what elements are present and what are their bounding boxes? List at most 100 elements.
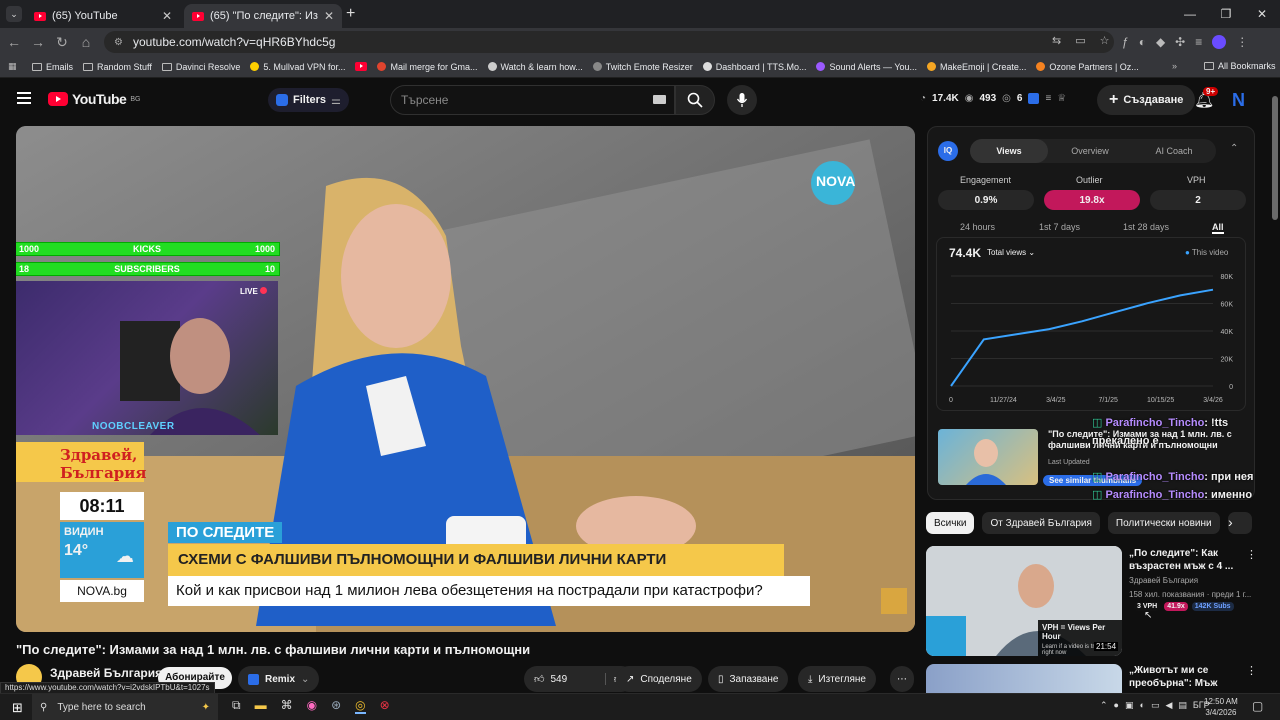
app-icon[interactable]: ◉ (307, 698, 317, 714)
url-field[interactable]: ⚙ youtube.com/watch?v=qHR6BYhdc5g (104, 31, 1114, 53)
new-tab-icon[interactable]: + (346, 5, 355, 23)
bookmark-item[interactable] (355, 62, 368, 71)
more-bookmarks-icon[interactable]: » (1172, 61, 1177, 71)
minimize-icon[interactable]: — (1172, 0, 1208, 28)
range-28d[interactable]: 1st 28 days (1123, 222, 1169, 232)
search-input[interactable]: Търсене (390, 85, 675, 115)
chips-next-icon[interactable]: › (1228, 514, 1233, 530)
share-button[interactable]: ↗ Споделяне (616, 666, 702, 692)
bookmark-item[interactable]: Watch & learn how... (487, 62, 583, 72)
range-24h[interactable]: 24 hours (960, 222, 995, 232)
vidiq-logo: IQ (938, 141, 958, 161)
extension-icon[interactable]: ◆ (1156, 35, 1165, 49)
tab-search-button[interactable]: ⌄ (6, 6, 22, 22)
reading-list-icon[interactable]: ≡ (1195, 35, 1202, 49)
back-icon[interactable]: ← (2, 34, 26, 50)
tray-icon[interactable]: ◐ (1140, 700, 1145, 711)
bookmark-item[interactable]: Random Stuff (83, 62, 152, 72)
remix-button[interactable]: Remix ⌄ (238, 666, 320, 692)
similar-thumbnail[interactable] (938, 429, 1038, 485)
views-dropdown[interactable]: Total views ⌄ (987, 248, 1035, 257)
more-actions-button[interactable]: ⋯ (890, 666, 914, 692)
create-button[interactable]: + Създаване (1097, 85, 1196, 115)
page-scrollbar[interactable] (1272, 96, 1278, 220)
avatar[interactable]: N (1232, 90, 1245, 111)
vidiq-stats: ◔ 17.4K ◉ 493 ◎ 6 ≡ ♕ (920, 93, 1067, 104)
translate-icon[interactable]: ⇆ (1052, 34, 1061, 47)
bookmark-item[interactable]: Ozone Partners | Oz... (1036, 62, 1139, 72)
tab-video[interactable]: (65) "По следите": Измами за ✕ (184, 4, 342, 28)
tab-views[interactable]: Views (970, 139, 1048, 163)
keyboard-icon[interactable] (653, 95, 666, 104)
rec-title[interactable]: „По следите": Как възрастен мъж с 4 ... (1129, 547, 1239, 573)
apps-grid-icon[interactable]: ▦ (8, 61, 20, 72)
close-window-icon[interactable]: ✕ (1244, 0, 1280, 28)
profile-icon[interactable] (1212, 35, 1227, 49)
bookmark-item[interactable]: 5. Mullvad VPN for... (250, 62, 345, 72)
like-button[interactable]: 👍︎ 549 (534, 673, 567, 686)
chrome-icon[interactable]: ◎ (355, 698, 366, 714)
task-view-icon[interactable]: ⧉ (232, 698, 241, 714)
video-player[interactable]: NOVA 1000 KICKS 1000 18 SUBSCRIBERS 10 LIVE … (16, 126, 915, 632)
tray-icon[interactable]: ▤ (1178, 700, 1187, 711)
taskbar-clock[interactable]: 12:50 AM 3/4/2026 (1204, 696, 1238, 718)
trophy-icon[interactable]: ♕ (1057, 93, 1066, 104)
bookmark-item[interactable]: Sound Alerts — You... (816, 62, 917, 72)
close-tab-icon[interactable]: ✕ (324, 9, 334, 23)
tab-ai-coach[interactable]: AI Coach (1132, 139, 1216, 163)
channel-name[interactable]: Здравей България (50, 666, 162, 680)
rec-menu-icon[interactable]: ⋮ (1246, 548, 1257, 561)
rec-thumbnail[interactable]: VPH = Views Per Hour Learn if a video is… (926, 546, 1122, 656)
bookmark-item[interactable]: MakeEmoji | Create... (927, 62, 1026, 72)
rec-menu-icon[interactable]: ⋮ (1246, 664, 1257, 677)
all-bookmarks[interactable]: All Bookmarks (1204, 61, 1276, 71)
tab-youtube-home[interactable]: (65) YouTube ✕ (26, 4, 180, 28)
bookmark-star-icon[interactable]: ☆ (1100, 34, 1110, 47)
site-info-icon[interactable]: ⚙ (114, 37, 123, 48)
notification-center-icon[interactable]: ▢ (1252, 699, 1263, 713)
collapse-icon[interactable]: ⌃ (1230, 143, 1238, 154)
range-7d[interactable]: 1st 7 days (1039, 222, 1080, 232)
list-icon[interactable]: ≡ (1045, 93, 1051, 104)
filters-button[interactable]: Filters ⚌ (268, 88, 349, 112)
search-button[interactable] (675, 85, 715, 115)
bookmark-item[interactable]: Emails (32, 62, 73, 72)
chip-channel[interactable]: От Здравей България (982, 512, 1100, 534)
tray-icon[interactable]: ▣ (1125, 700, 1134, 711)
restore-icon[interactable]: ❐ (1208, 0, 1244, 28)
extension-icon[interactable]: ◐ (1139, 35, 1146, 49)
extension-icon[interactable]: ƒ (1122, 35, 1129, 49)
bookmark-item[interactable]: Davinci Resolve (161, 62, 240, 72)
volume-icon[interactable]: ◀ (1165, 700, 1172, 711)
mic-tray-icon[interactable]: ● (1114, 700, 1119, 711)
bookmark-item[interactable]: Dashboard | TTS.Mo... (702, 62, 806, 72)
close-tab-icon[interactable]: ✕ (162, 9, 172, 23)
rec-thumbnail[interactable] (926, 664, 1122, 693)
taskbar-search[interactable]: ⚲ Type here to search ✦ (32, 694, 218, 720)
forward-icon[interactable]: → (26, 34, 50, 50)
cast-icon[interactable]: ▭ (1075, 34, 1085, 47)
youtube-logo[interactable]: YouTube BG (48, 91, 140, 107)
download-button[interactable]: ⤓ Изтегляне (798, 666, 876, 692)
app-icon[interactable]: ⊗ (380, 698, 390, 714)
home-icon[interactable]: ⌂ (74, 34, 98, 50)
save-button[interactable]: ▯ Запазване (708, 666, 789, 692)
chip-all[interactable]: Всички (926, 512, 975, 534)
vidiq-icon[interactable] (1028, 93, 1040, 104)
chip-politics[interactable]: Политически новини (1107, 512, 1220, 534)
bookmark-item[interactable]: Mail merge for Gma... (377, 62, 478, 72)
network-icon[interactable]: ▭ (1151, 700, 1160, 711)
bookmark-item[interactable]: Twitch Emote Resizer (592, 62, 693, 72)
hamburger-menu-icon[interactable] (17, 92, 31, 104)
range-all[interactable]: All (1212, 222, 1224, 234)
menu-kebab-icon[interactable]: ⋮ (1236, 35, 1248, 49)
steam-icon[interactable]: ⊛ (331, 698, 341, 714)
extensions-puzzle-icon[interactable]: ✣ (1175, 35, 1185, 49)
tray-up-icon[interactable]: ⌃ (1100, 700, 1108, 711)
tab-overview[interactable]: Overview (1048, 139, 1132, 163)
file-explorer-icon[interactable]: ▬ (255, 698, 267, 714)
reload-icon[interactable]: ↻ (50, 34, 74, 51)
voice-search-button[interactable] (727, 85, 757, 115)
app-icon[interactable]: ⌘ (281, 698, 293, 714)
windows-start-icon[interactable]: ⊞ (12, 700, 23, 716)
